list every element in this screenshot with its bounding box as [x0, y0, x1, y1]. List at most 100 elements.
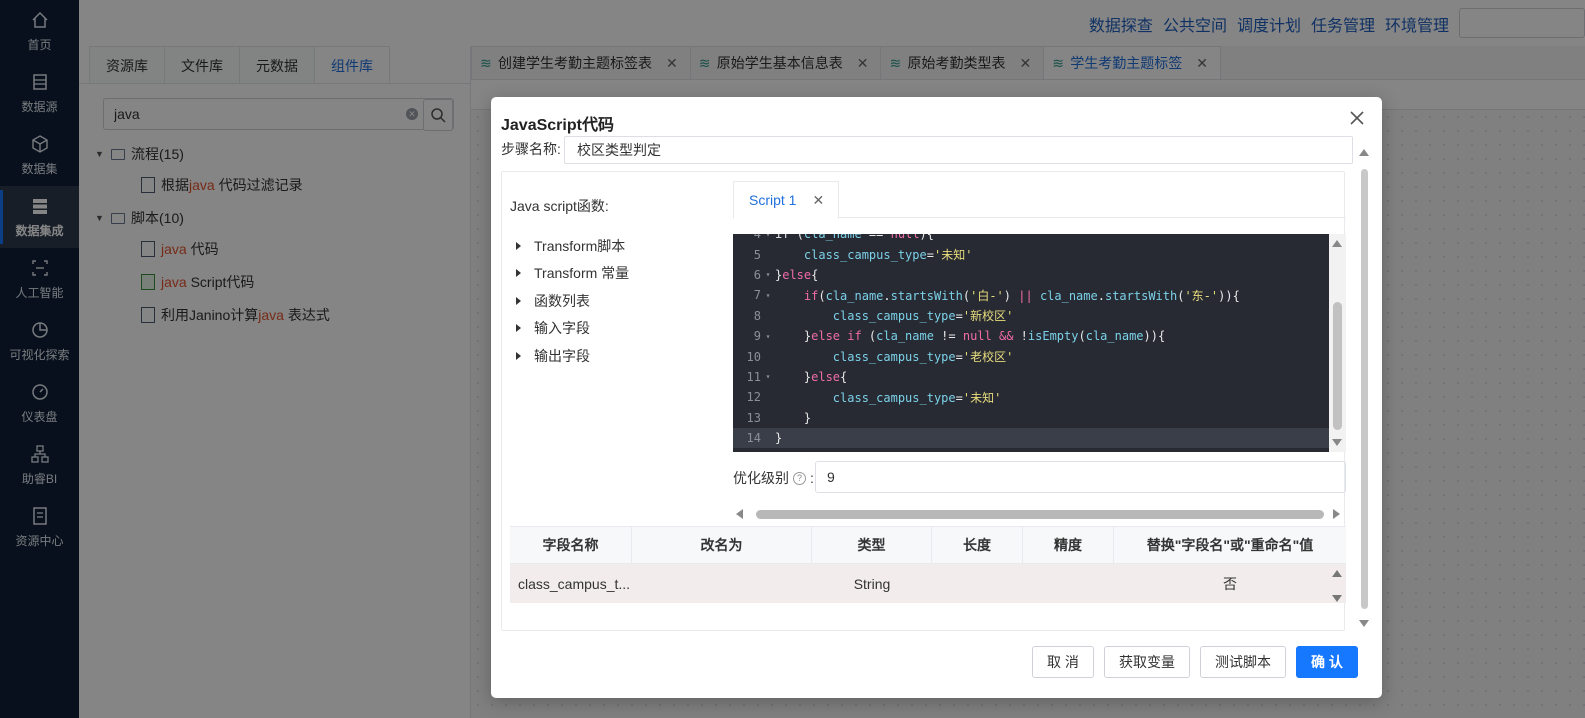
scroll-down-icon[interactable] — [1332, 439, 1342, 446]
code-text: } — [775, 410, 812, 425]
column-header[interactable]: 长度 — [932, 527, 1023, 563]
function-item-label: 输入字段 — [534, 320, 590, 337]
table-cell[interactable] — [932, 564, 1023, 603]
close-tab-icon[interactable]: ✕ — [812, 192, 824, 209]
code-text: } — [775, 431, 783, 446]
scroll-down-icon[interactable] — [1359, 620, 1369, 627]
functions-tree: Transform脚本 Transform 常量函数列表输入字段输出字段 — [516, 232, 629, 370]
editor-scrollbar[interactable] — [1329, 234, 1346, 452]
test-script-button[interactable]: 测试脚本 — [1200, 646, 1286, 678]
scroll-right-icon[interactable] — [1333, 509, 1340, 519]
scroll-up-icon[interactable] — [1359, 149, 1369, 156]
function-tree-item[interactable]: 函数列表 — [516, 287, 629, 315]
code-text: class_campus_type='新校区' — [832, 309, 1014, 324]
line-number: 11 — [746, 369, 761, 384]
line-number: 12 — [746, 390, 761, 405]
function-tree-item[interactable]: Transform脚本 — [516, 232, 629, 260]
colon: : — [810, 470, 814, 486]
table-scrollbar[interactable] — [1332, 570, 1342, 602]
scroll-up-icon[interactable] — [1332, 570, 1342, 577]
tab-label: Script 1 — [749, 192, 797, 208]
scroll-left-icon[interactable] — [736, 509, 743, 519]
optimization-level-label: 优化级别 ? : — [733, 468, 814, 488]
caret-right-icon[interactable] — [516, 296, 521, 305]
caret-right-icon[interactable] — [516, 241, 521, 250]
script-panel: Java script函数: Transform脚本 Transform 常量函数… — [501, 171, 1346, 631]
line-number: 9 — [753, 329, 761, 344]
code-line[interactable]: 6 ▾}else{ — [733, 265, 1329, 285]
script-tabs: Script 1 ✕ — [733, 179, 1346, 219]
code-text: }else{ — [775, 369, 848, 384]
code-line[interactable]: 11 ▾ }else{ — [733, 367, 1329, 387]
table-header: 字段名称 改名为 类型 长度 精度 替换"字段名"或"重命名"值 — [510, 526, 1346, 564]
table-cell[interactable]: String — [812, 564, 932, 603]
code-line[interactable]: 12 class_campus_type='未知' — [733, 387, 1329, 407]
fold-icon[interactable]: ▾ — [761, 332, 775, 341]
line-number: 4 — [753, 234, 761, 242]
function-tree-item[interactable]: 输出字段 — [516, 342, 629, 370]
code-text: if (cla_name == null){ — [775, 234, 934, 242]
code-text: class_campus_type='老校区' — [832, 350, 1014, 365]
caret-right-icon[interactable] — [516, 269, 521, 278]
code-line[interactable]: 10 class_campus_type='老校区' — [733, 346, 1329, 366]
line-number: 6 — [753, 267, 761, 282]
table-cell[interactable]: class_campus_t... — [510, 564, 632, 603]
fold-icon[interactable]: ▾ — [761, 291, 775, 300]
scrollbar-thumb[interactable] — [1361, 169, 1368, 609]
code-line[interactable]: 5 class_campus_type='未知' — [733, 244, 1329, 264]
function-item-label: Transform脚本 — [534, 237, 626, 254]
code-text: if(cla_name.startsWith('白-') || cla_name… — [803, 288, 1240, 303]
javascript-dialog: JavaScript代码 步骤名称: 校区类型判定 Java script函数:… — [491, 97, 1382, 698]
get-variables-button[interactable]: 获取变量 — [1104, 646, 1190, 678]
column-header[interactable]: 字段名称 — [510, 527, 632, 563]
table-cell[interactable] — [632, 564, 812, 603]
horizontal-scrollbar[interactable] — [736, 506, 1340, 520]
code-editor[interactable]: 4 ▾ if (cla_name == null){5 class_campus_t… — [733, 234, 1346, 452]
table-cell[interactable]: 否 — [1114, 564, 1346, 603]
line-number: 14 — [746, 431, 761, 446]
fold-icon[interactable]: ▾ — [761, 234, 775, 239]
column-header[interactable]: 改名为 — [632, 527, 812, 563]
fields-table: 字段名称 改名为 类型 长度 精度 替换"字段名"或"重命名"值 class_campus… — [510, 526, 1346, 603]
line-number: 10 — [746, 349, 761, 364]
scroll-up-icon[interactable] — [1332, 240, 1342, 247]
code-text: }else if (cla_name != null && !isEmpty(c… — [775, 329, 1166, 344]
code-line[interactable]: 9 ▾ }else if (cla_name != null && !isEmpt… — [733, 326, 1329, 346]
functions-title: Java script函数: — [510, 198, 609, 214]
confirm-button[interactable]: 确 认 — [1296, 646, 1358, 678]
dialog-scrollbar[interactable] — [1358, 145, 1370, 627]
code-line[interactable]: 8 class_campus_type='新校区' — [733, 306, 1329, 326]
caret-right-icon[interactable] — [516, 351, 521, 360]
scroll-down-icon[interactable] — [1332, 595, 1342, 602]
code-line[interactable]: 7 ▾ if(cla_name.startsWith('白-') || cla_n… — [733, 285, 1329, 305]
opt-label-text: 优化级别 — [733, 470, 789, 486]
scrollbar-thumb[interactable] — [1333, 302, 1342, 430]
code-line[interactable]: 4 ▾ if (cla_name == null){ — [733, 234, 1329, 244]
fold-icon[interactable]: ▾ — [761, 270, 775, 279]
function-tree-item[interactable]: 输入字段 — [516, 315, 629, 343]
line-number: 8 — [753, 308, 761, 323]
caret-right-icon[interactable] — [516, 324, 521, 333]
help-icon[interactable]: ? — [793, 471, 806, 485]
column-header[interactable]: 替换"字段名"或"重命名"值 — [1114, 527, 1346, 563]
optimization-level-input[interactable]: 9 — [815, 461, 1346, 493]
column-header[interactable]: 类型 — [812, 527, 932, 563]
code-text: }else{ — [775, 267, 819, 282]
column-header[interactable]: 精度 — [1023, 527, 1114, 563]
scrollbar-thumb[interactable] — [756, 510, 1324, 519]
function-tree-item[interactable]: Transform 常量 — [516, 260, 629, 288]
dialog-title: JavaScript代码 — [501, 117, 614, 134]
function-item-label: 输出字段 — [534, 347, 590, 364]
step-name-label: 步骤名称: — [501, 141, 561, 157]
dialog-buttons: 取 消 获取变量 测试脚本 确 认 — [1032, 646, 1358, 678]
cancel-button[interactable]: 取 消 — [1032, 646, 1094, 678]
code-line[interactable]: 13 } — [733, 408, 1329, 428]
code-line[interactable]: 14} — [733, 428, 1329, 449]
close-icon[interactable] — [1348, 109, 1366, 127]
tab-script-1[interactable]: Script 1 ✕ — [733, 181, 839, 219]
step-name-input[interactable]: 校区类型判定 — [564, 136, 1353, 164]
table-row[interactable]: class_campus_t... String 否 — [510, 564, 1346, 603]
fold-icon[interactable]: ▾ — [761, 372, 775, 381]
table-cell[interactable] — [1023, 564, 1114, 603]
function-item-label: 函数列表 — [534, 292, 590, 309]
